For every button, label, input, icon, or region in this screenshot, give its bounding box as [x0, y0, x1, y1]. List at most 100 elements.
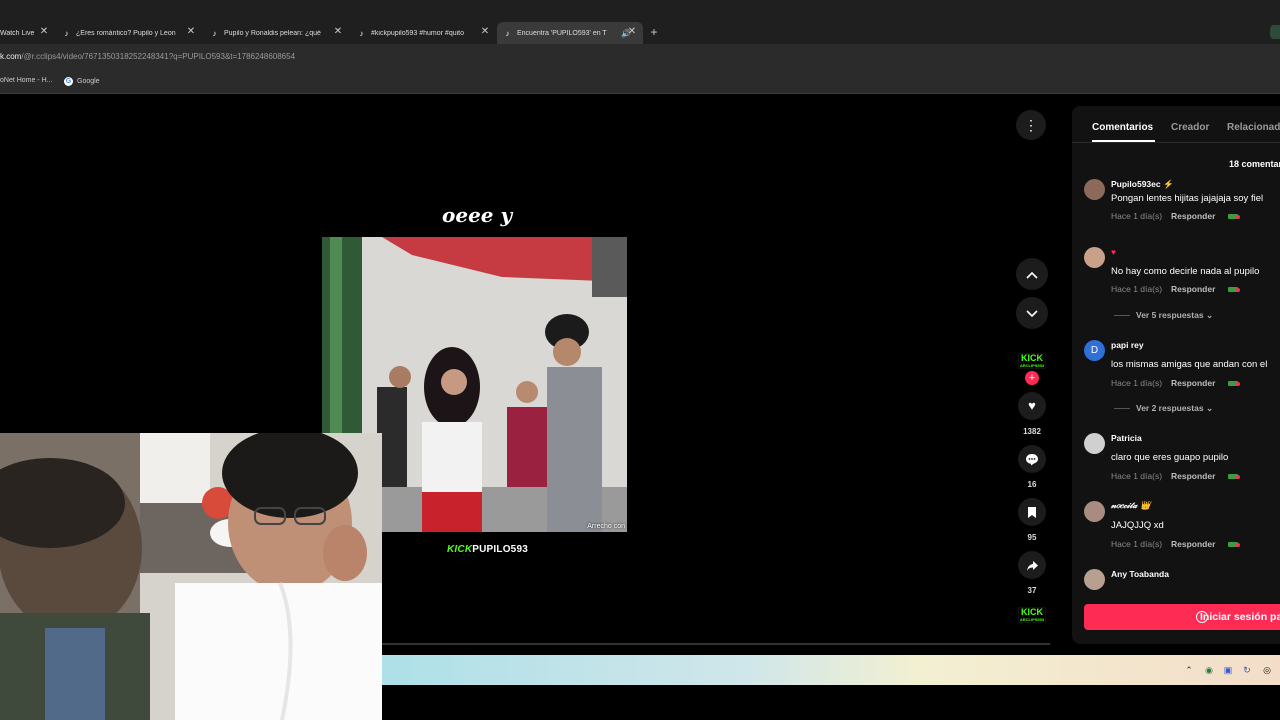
- comment-username[interactable]: ♥: [1111, 247, 1116, 257]
- view-replies-button[interactable]: Ver 2 respuestas ⌄: [1114, 403, 1213, 414]
- tab-creator[interactable]: Creador: [1171, 122, 1209, 133]
- divider: [1072, 142, 1280, 143]
- creator-liked-icon: [1228, 287, 1240, 292]
- bookmark-label: Google: [77, 78, 100, 85]
- heart-icon: ♥: [1028, 398, 1036, 413]
- bookmark-item[interactable]: oNet Home - H...: [0, 77, 53, 84]
- crown-icon: 👑: [1140, 501, 1151, 511]
- tab-comments[interactable]: Comentarios: [1092, 122, 1153, 133]
- browser-tab[interactable]: Watch Live: [0, 22, 40, 44]
- next-video-button[interactable]: [1016, 297, 1048, 329]
- shield-icon[interactable]: ▣: [1222, 664, 1234, 676]
- browser-tab[interactable]: ♪ ¿Eres romántico? Pupilo y Leon: [62, 22, 180, 44]
- username-text: 𝓃𝑜𝑒𝒸𝒾𝓉𝒶: [1111, 501, 1138, 511]
- view-replies-button[interactable]: Ver 5 respuestas ⌄: [1114, 310, 1213, 321]
- comment-username[interactable]: 𝓃𝑜𝑒𝒸𝒾𝓉𝒶 👑: [1111, 501, 1151, 511]
- login-label: Iniciar sesión para comentar: [1200, 611, 1280, 623]
- verified-badge-icon: ⚡: [1162, 179, 1174, 189]
- tab-title: ¿Eres romántico? Pupilo y Leon: [76, 29, 176, 37]
- reply-button[interactable]: Responder: [1171, 284, 1215, 294]
- comment-time: Hace 1 día(s): [1111, 284, 1163, 294]
- comment-text: No hay como decirle nada al pupilo: [1111, 266, 1260, 277]
- tiktok-icon: ♪: [505, 28, 510, 38]
- sound-avatar[interactable]: KICK ARCLIPS593: [1018, 607, 1046, 623]
- avatar[interactable]: [1084, 247, 1105, 268]
- app-tray-icon[interactable]: ◉: [1203, 664, 1215, 676]
- heart-icon: ♥: [1111, 247, 1117, 257]
- tab-related[interactable]: Relacionad: [1227, 122, 1280, 133]
- avatar[interactable]: [1084, 569, 1105, 590]
- video-progress-bar[interactable]: [382, 643, 1050, 645]
- chevron-down-icon: [1026, 310, 1038, 317]
- creator-liked-icon: [1228, 381, 1240, 386]
- comments-panel: Comentarios Creador Relacionad 18 coment…: [1072, 106, 1280, 644]
- bookmark-item[interactable]: G Google: [64, 77, 100, 86]
- follow-button[interactable]: +: [1025, 371, 1039, 385]
- avatar-label: KICK: [1021, 607, 1043, 617]
- comment-icon: [1026, 454, 1038, 466]
- new-tab-button[interactable]: +: [648, 25, 660, 39]
- comment-time: Hace 1 día(s): [1111, 471, 1163, 481]
- close-icon[interactable]: ✕: [627, 26, 637, 38]
- tiktok-icon: ♪: [359, 28, 364, 38]
- avatar[interactable]: [1084, 501, 1105, 522]
- browser-tab-active[interactable]: ♪ Encuentra 'PUPILO593' en T 🔊: [497, 22, 643, 44]
- settings-icon[interactable]: ◎: [1261, 664, 1273, 676]
- more-options-button[interactable]: ⋮: [1016, 110, 1046, 140]
- reply-button[interactable]: Responder: [1171, 471, 1215, 481]
- comment-time: Hace 1 día(s): [1111, 539, 1163, 549]
- profile-button[interactable]: [1270, 25, 1280, 39]
- save-count: 95: [1027, 533, 1037, 542]
- comment-username[interactable]: Pupilo593ec ⚡: [1111, 179, 1174, 190]
- save-button[interactable]: [1018, 498, 1046, 526]
- avatar-label: KICK: [1021, 353, 1043, 363]
- sync-icon[interactable]: ↻: [1241, 664, 1253, 676]
- comment-username[interactable]: Any Toabanda: [1111, 569, 1169, 579]
- tiktok-icon: ♪: [64, 28, 69, 38]
- share-count: 37: [1027, 586, 1037, 595]
- creator-liked-icon: [1228, 214, 1240, 219]
- close-icon[interactable]: ✕: [480, 26, 490, 38]
- browser-tab[interactable]: ♪ #kickpupilo593 #humor #quito: [357, 22, 475, 44]
- close-icon[interactable]: ✕: [186, 26, 196, 38]
- reply-button[interactable]: Responder: [1171, 378, 1215, 388]
- reply-button[interactable]: Responder: [1171, 539, 1215, 549]
- url-text[interactable]: k.com/@r.cclips4/video/76713503182522483…: [0, 52, 295, 61]
- comment-text: JAJQJJQ xd: [1111, 520, 1164, 531]
- close-icon[interactable]: ✕: [39, 26, 49, 38]
- google-icon: G: [64, 77, 73, 86]
- address-bar[interactable]: k.com/@r.cclips4/video/76713503182522483…: [0, 44, 1280, 72]
- comment-text: Pongan lentes hijitas jajajaja soy fiel: [1111, 193, 1264, 204]
- username-text: Pupilo593ec: [1111, 179, 1161, 189]
- webcam-image: [0, 433, 382, 720]
- share-button[interactable]: [1018, 551, 1046, 579]
- tab-title: Encuentra 'PUPILO593' en T: [517, 29, 607, 37]
- url-domain: k.com: [0, 52, 22, 61]
- comment-text: los mismas amigas que andan con el: [1111, 359, 1268, 370]
- comment-button[interactable]: [1018, 445, 1046, 473]
- login-to-comment-button[interactable]: Iniciar sesión para comentar: [1084, 604, 1280, 630]
- avatar[interactable]: [1084, 433, 1105, 454]
- previous-video-button[interactable]: [1016, 258, 1048, 290]
- chat-icon: [1196, 611, 1208, 623]
- video-watermark: KICKPUPILO593: [447, 544, 528, 555]
- close-icon[interactable]: ✕: [333, 26, 343, 38]
- creator-avatar[interactable]: KICK ARCLIPS593: [1018, 353, 1046, 369]
- tab-title: #kickpupilo593 #humor #quito: [371, 29, 465, 37]
- watermark-name: PUPILO593: [472, 544, 528, 555]
- video-caption: oeee y: [442, 203, 513, 227]
- tab-title: Pupilo y Ronaldis pelean: ¿qué: [224, 29, 321, 37]
- avatar[interactable]: D: [1084, 340, 1105, 361]
- comment-username[interactable]: Patricia: [1111, 433, 1142, 443]
- chevron-up-icon[interactable]: ⌃: [1183, 664, 1195, 676]
- url-path: /@r.cclips4/video/7671350318252248341?q=…: [21, 52, 296, 61]
- reply-button[interactable]: Responder: [1171, 211, 1215, 221]
- comment-username[interactable]: papi rey: [1111, 340, 1144, 350]
- comment-text: claro que eres guapo pupilo: [1111, 452, 1229, 463]
- tiktok-icon: ♪: [212, 28, 217, 38]
- browser-tab[interactable]: ♪ Pupilo y Ronaldis pelean: ¿qué: [210, 22, 328, 44]
- creator-liked-icon: [1228, 542, 1240, 547]
- like-button[interactable]: ♥: [1018, 392, 1046, 420]
- avatar[interactable]: [1084, 179, 1105, 200]
- chevron-up-icon: [1026, 271, 1038, 279]
